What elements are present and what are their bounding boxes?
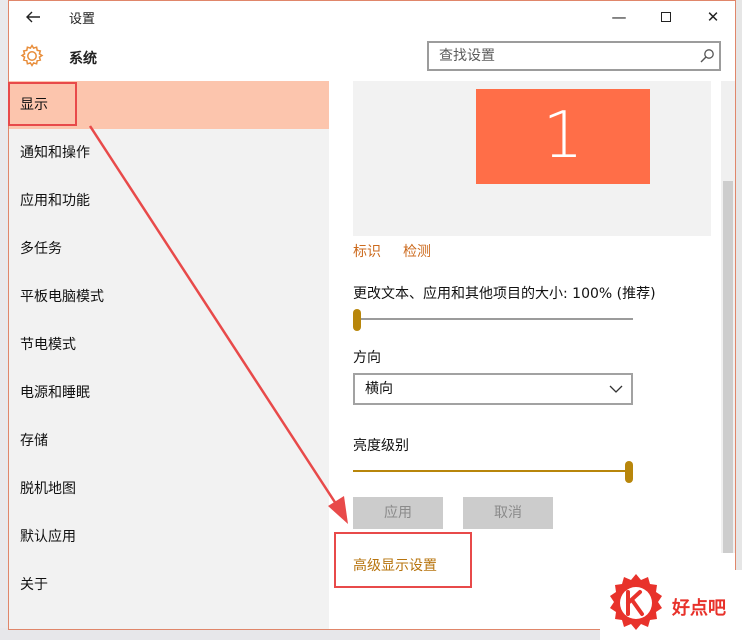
back-button[interactable] <box>21 5 45 29</box>
annotation-highlight-advanced <box>334 532 472 588</box>
sidebar-item-offline-maps[interactable]: 脱机地图 <box>9 465 329 513</box>
window-title: 设置 <box>69 12 96 27</box>
search-icon[interactable] <box>699 48 715 64</box>
maximize-button[interactable] <box>652 5 680 29</box>
gear-icon <box>20 44 44 67</box>
background-desktop-right <box>736 0 742 640</box>
sidebar-item-power-sleep[interactable]: 电源和睡眠 <box>9 369 329 417</box>
slider-thumb[interactable] <box>625 461 633 483</box>
sidebar: 显示 通知和操作 应用和功能 多任务 平板电脑模式 节电模式 电源和睡眠 存储 … <box>9 81 329 629</box>
sidebar-item-storage[interactable]: 存储 <box>9 417 329 465</box>
orientation-select[interactable]: 横向 <box>353 373 633 405</box>
monitor-tile[interactable]: 1 <box>476 89 650 184</box>
scrollbar[interactable] <box>721 81 735 553</box>
titlebar: 设置 — ✕ <box>9 1 735 33</box>
sidebar-item-multitasking[interactable]: 多任务 <box>9 225 329 273</box>
sidebar-item-tablet-mode[interactable]: 平板电脑模式 <box>9 273 329 321</box>
scrollbar-thumb[interactable] <box>723 181 733 553</box>
orientation-label: 方向 <box>353 350 381 366</box>
scale-label: 更改文本、应用和其他项目的大小: 100% (推荐) <box>353 286 656 302</box>
slider-thumb[interactable] <box>353 309 361 331</box>
annotation-highlight-display <box>8 82 77 126</box>
sidebar-item-apps-features[interactable]: 应用和功能 <box>9 177 329 225</box>
arrow-left-icon <box>26 11 40 23</box>
background-desktop-left <box>0 0 8 640</box>
detect-link[interactable]: 检测 <box>403 241 431 261</box>
scale-slider[interactable] <box>353 309 633 331</box>
monitor-arrangement-area: 1 <box>353 81 711 236</box>
sidebar-item-about[interactable]: 关于 <box>9 561 329 609</box>
minimize-button[interactable]: — <box>605 5 633 29</box>
apply-button[interactable]: 应用 <box>353 497 443 529</box>
watermark-logo-icon <box>610 574 662 630</box>
page-header: 系统 <box>9 33 735 81</box>
maximize-icon <box>661 12 671 22</box>
slider-fill <box>353 470 629 472</box>
cancel-button[interactable]: 取消 <box>463 497 553 529</box>
sidebar-item-default-apps[interactable]: 默认应用 <box>9 513 329 561</box>
slider-track <box>353 318 633 320</box>
brightness-slider[interactable] <box>353 461 633 483</box>
search-box[interactable] <box>427 41 721 71</box>
identify-link[interactable]: 标识 <box>353 241 381 261</box>
orientation-value: 横向 <box>365 381 393 397</box>
sidebar-item-battery-saver[interactable]: 节电模式 <box>9 321 329 369</box>
brightness-label: 亮度级别 <box>353 438 409 454</box>
watermark-text: 好点吧 <box>672 598 726 619</box>
search-input[interactable] <box>429 43 689 69</box>
chevron-down-icon <box>609 385 623 393</box>
close-button[interactable]: ✕ <box>699 5 727 29</box>
watermark: 好点吧 <box>600 570 742 640</box>
sidebar-item-notifications[interactable]: 通知和操作 <box>9 129 329 177</box>
section-title: 系统 <box>69 51 97 67</box>
